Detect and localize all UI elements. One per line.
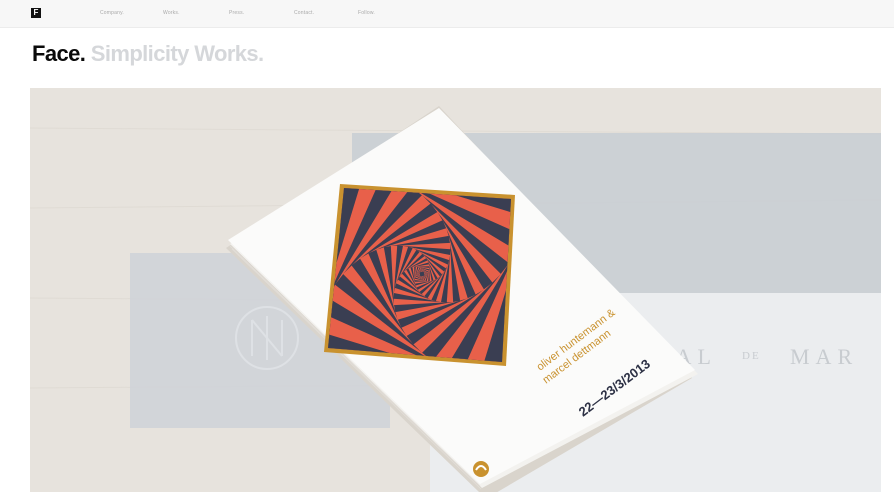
- card-logo-icon: [473, 461, 489, 477]
- brand-name: Face.: [32, 41, 86, 66]
- logo[interactable]: F: [31, 8, 41, 18]
- nav-company[interactable]: Company.: [100, 10, 124, 16]
- op-art-artwork: [324, 184, 515, 366]
- page-title: Face. Simplicity Works.: [32, 41, 264, 67]
- nav-press[interactable]: Press.: [229, 10, 244, 16]
- tagline: Simplicity Works.: [90, 41, 264, 66]
- card2-text-de: DE: [742, 350, 761, 362]
- hero-image: MAL DE MAR oliver huntemann & marcel det…: [30, 88, 881, 492]
- card2-text-mar: MAR: [790, 344, 858, 369]
- nav-follow[interactable]: Follow.: [358, 10, 375, 16]
- nav-works[interactable]: Works.: [163, 10, 180, 16]
- top-navigation-bar: F Company. Works. Press. Contact. Follow…: [0, 0, 894, 28]
- nav-contact[interactable]: Contact.: [294, 10, 314, 16]
- hero-illustration: MAL DE MAR oliver huntemann & marcel det…: [30, 88, 881, 492]
